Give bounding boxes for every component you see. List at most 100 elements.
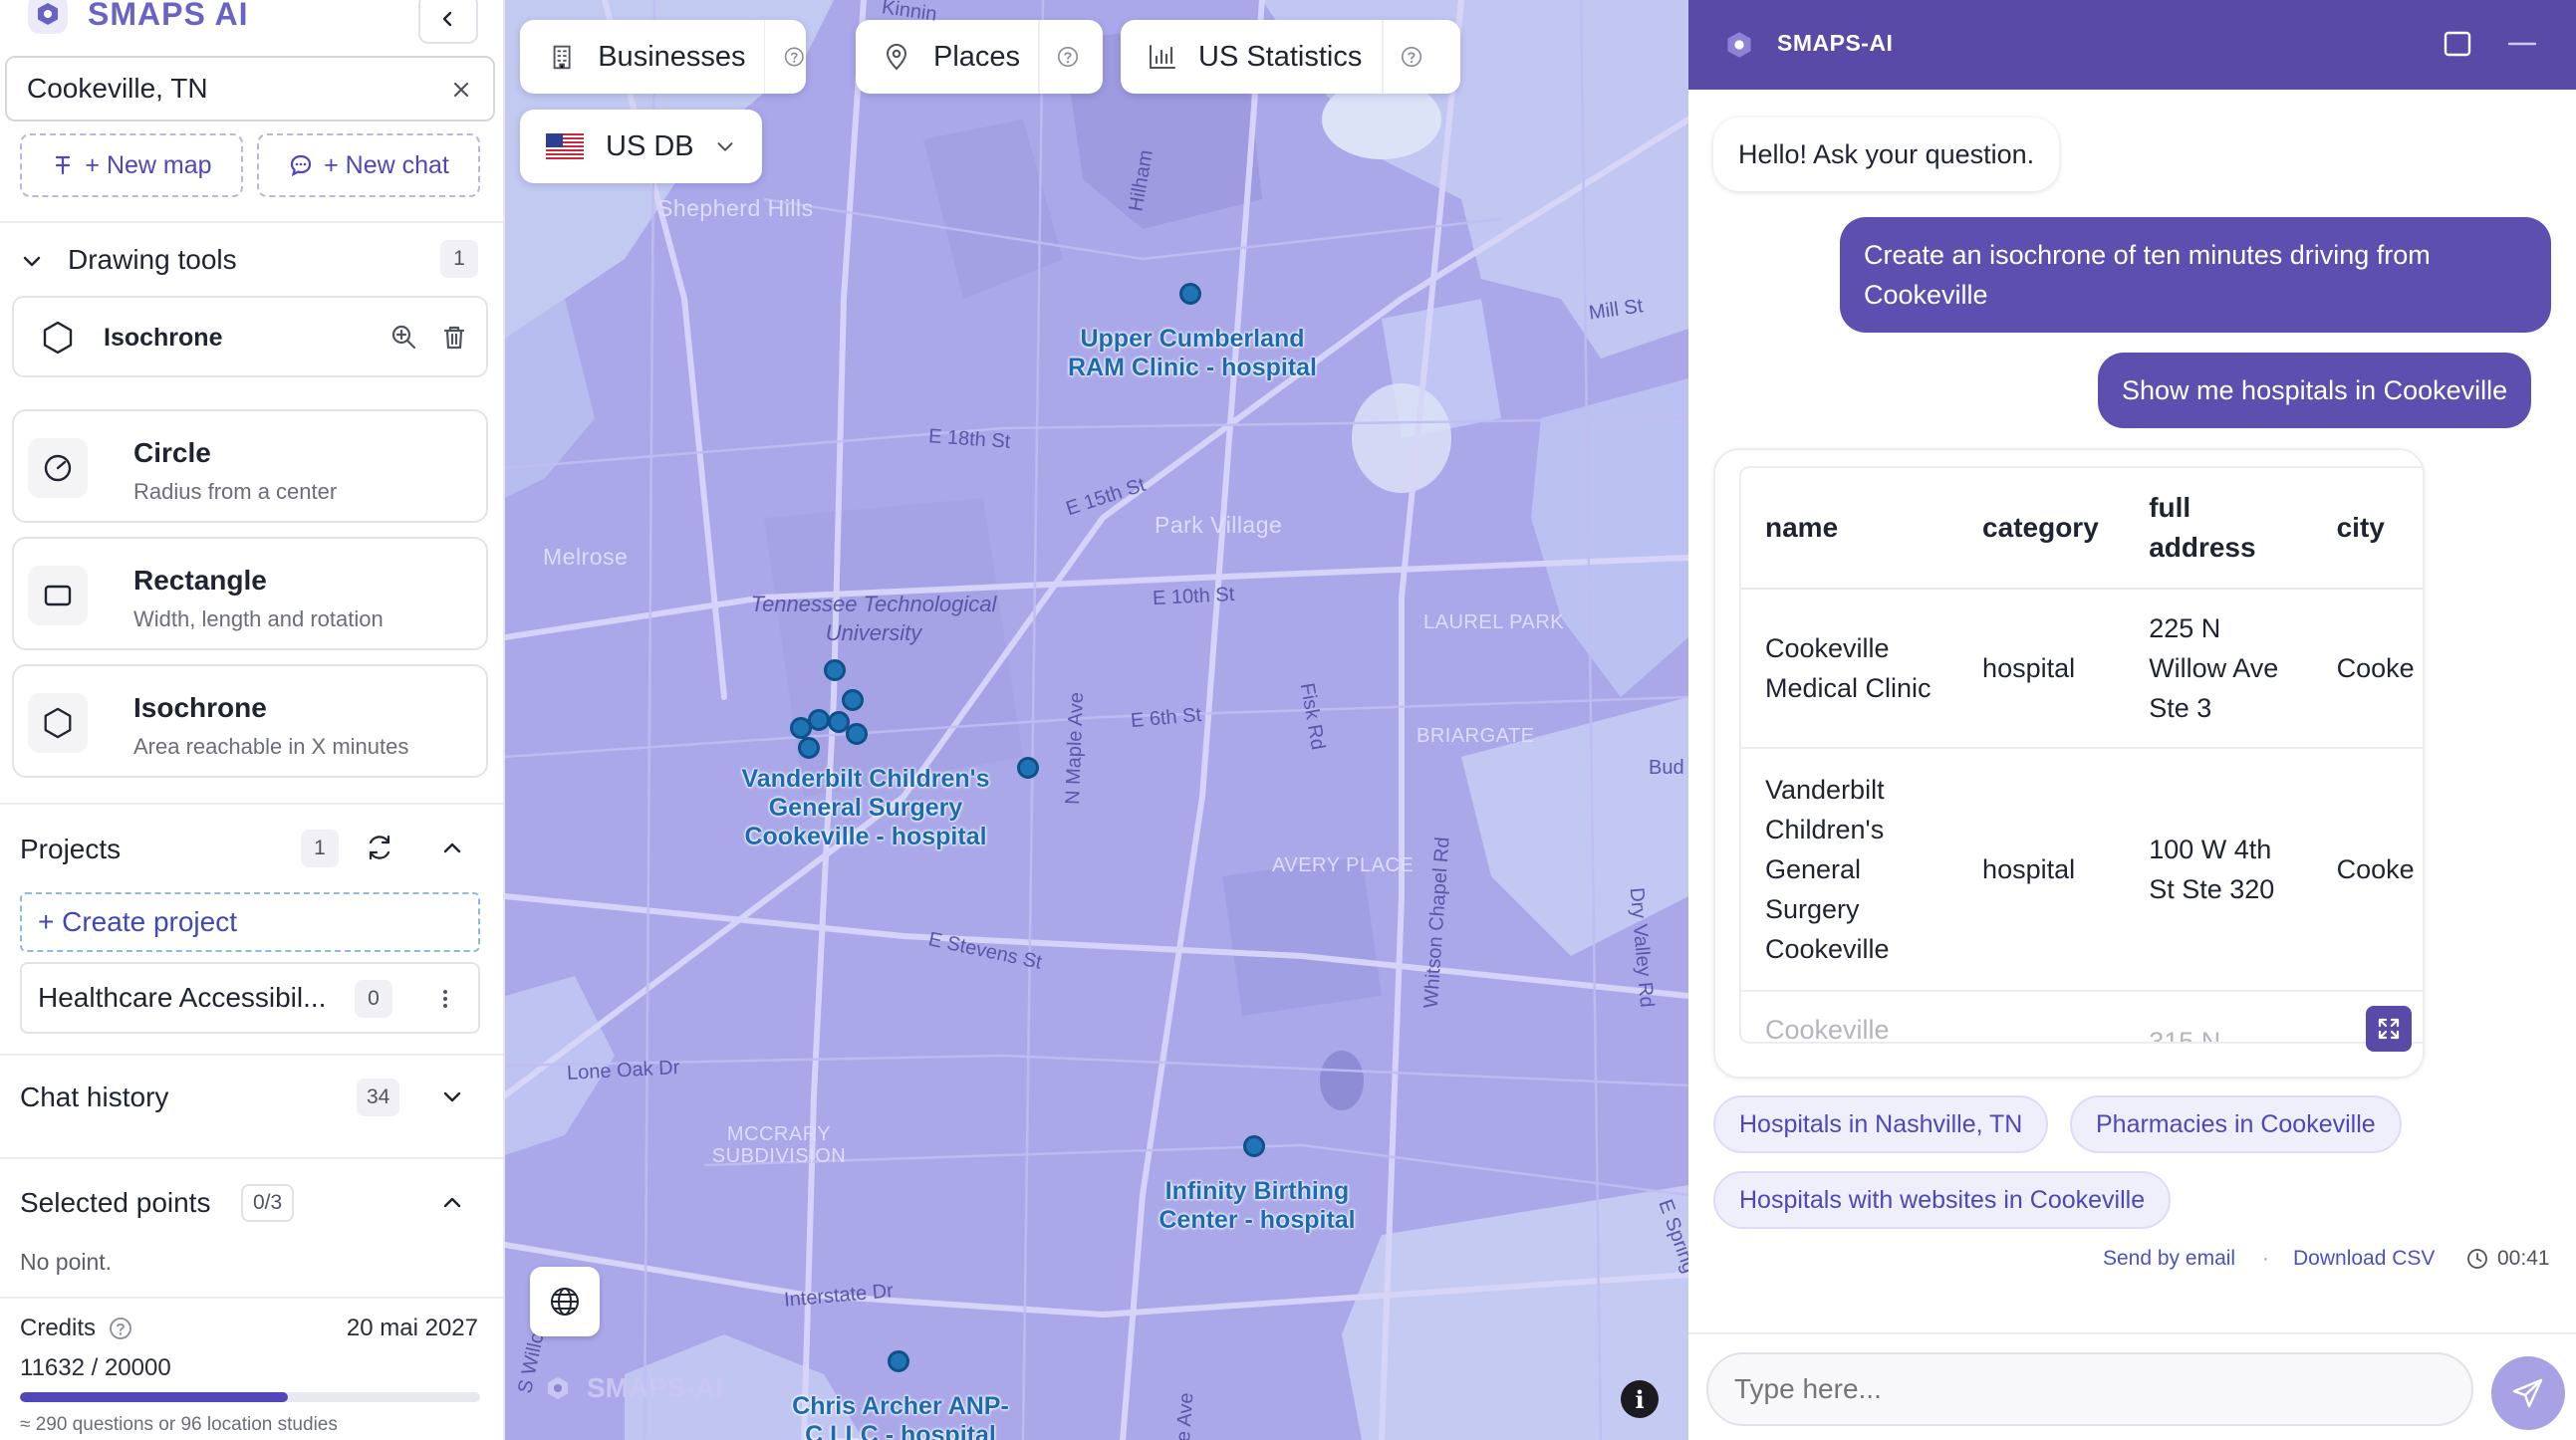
help-circle-icon[interactable]: [108, 1316, 133, 1341]
suggestion-chip[interactable]: Hospitals with websites in Cookeville: [1713, 1171, 2172, 1229]
close-icon: [453, 82, 469, 98]
credits-label: Credits: [20, 1315, 97, 1341]
project-name: Healthcare Accessibil...: [38, 982, 327, 1013]
more-vertical-icon[interactable]: [430, 984, 460, 1014]
suggestion-chip[interactable]: Hospitals in Nashville, TN: [1713, 1095, 2049, 1153]
tool-circle[interactable]: Circle Radius from a center: [12, 409, 488, 523]
chat-history-title[interactable]: Chat history: [20, 1081, 168, 1113]
new-map-label: + New map: [85, 150, 212, 179]
table-row[interactable]: Vanderbilt Children's General Surgery Co…: [1741, 748, 2423, 992]
send-by-email-link[interactable]: Send by email: [2103, 1247, 2235, 1271]
message-time: 00:41: [2497, 1247, 2550, 1270]
table-cell: hospital: [1958, 589, 2126, 749]
send-icon: [2512, 1378, 2543, 1408]
info-button[interactable]: i: [1621, 1380, 1659, 1418]
active-tool-label: Isochrone: [104, 324, 223, 352]
hospital-marker[interactable]: [824, 659, 846, 681]
collapse-sidebar-button[interactable]: [418, 0, 478, 44]
suggestion-chip[interactable]: Pharmacies in Cookeville: [2070, 1095, 2402, 1153]
column-header[interactable]: category: [1958, 468, 2126, 590]
table-row[interactable]: Cookeville Medical Clinic hospital 225 N…: [1741, 589, 2423, 749]
trash-icon[interactable]: [438, 322, 470, 354]
credits-note: ≈ 290 questions or 96 location studies: [20, 1414, 338, 1435]
sidebar: SMAPS AI + New map + New chat Drawing to…: [0, 0, 505, 1440]
globe-button[interactable]: [530, 1267, 600, 1336]
tool-isochrone[interactable]: Isochrone Area reachable in X minutes: [12, 664, 488, 778]
logo-icon: [548, 1377, 568, 1399]
location-search[interactable]: [5, 56, 495, 121]
column-header[interactable]: name: [1741, 468, 1959, 590]
chevron-down-icon[interactable]: [440, 1084, 464, 1108]
credits-progress: [20, 1392, 480, 1402]
us-statistics-toggle[interactable]: US Statistics: [1121, 20, 1460, 94]
active-tool-isochrone[interactable]: Isochrone: [12, 296, 488, 377]
tool-rectangle[interactable]: Rectangle Width, length and rotation: [12, 537, 488, 650]
chevron-up-icon[interactable]: [440, 837, 464, 860]
map-view[interactable]: Businesses Places US Statistics US DB Hi…: [505, 0, 1688, 1440]
maximize-icon[interactable]: [2442, 28, 2473, 60]
chat-input-box[interactable]: [1706, 1352, 2473, 1426]
drawing-tools-title[interactable]: Drawing tools: [68, 244, 237, 276]
help-circle-icon[interactable]: [1056, 45, 1080, 69]
hospital-marker[interactable]: [1243, 1135, 1265, 1157]
refresh-icon[interactable]: [363, 831, 396, 864]
help-circle-icon[interactable]: [1400, 45, 1423, 69]
new-chat-button[interactable]: + New chat: [257, 133, 480, 197]
database-label: US DB: [606, 129, 694, 162]
poi-label: Upper Cumberland RAM Clinic - hospital: [1068, 325, 1317, 381]
send-button[interactable]: [2491, 1356, 2565, 1430]
area-label: Laurel Park: [1423, 611, 1565, 633]
table-cell: Cookeville Medical Clinic: [1741, 589, 1959, 749]
table-cell: 315 N: [2125, 991, 2313, 1042]
chat-input[interactable]: [1734, 1373, 2432, 1405]
businesses-toggle[interactable]: Businesses: [520, 20, 806, 94]
create-project-button[interactable]: + Create project: [20, 892, 480, 952]
credits-value: 11632 / 20000: [20, 1354, 171, 1381]
divider: [0, 1297, 503, 1299]
hospital-marker[interactable]: [888, 1350, 909, 1372]
new-map-button[interactable]: + New map: [20, 133, 243, 197]
chat-history-count: 34: [357, 1079, 400, 1116]
us-statistics-label: US Statistics: [1198, 40, 1363, 73]
area-label: Avery Place: [1272, 854, 1415, 876]
divider: [1382, 20, 1385, 94]
building-icon: [553, 45, 571, 70]
results-card: name category full address city Cookevil…: [1713, 448, 2425, 1079]
chevron-up-icon[interactable]: [440, 1191, 464, 1215]
zoom-in-icon[interactable]: [388, 322, 420, 354]
tool-description: Area reachable in X minutes: [133, 734, 409, 759]
projects-title[interactable]: Projects: [20, 834, 121, 865]
clear-search-button[interactable]: [443, 72, 479, 108]
hospital-marker[interactable]: [1017, 757, 1039, 779]
download-csv-link[interactable]: Download CSV: [2293, 1247, 2435, 1271]
projects-count: 1: [301, 830, 339, 867]
expand-table-button[interactable]: [2366, 1006, 2412, 1052]
hospital-marker[interactable]: [798, 737, 820, 759]
chevron-down-icon[interactable]: [20, 249, 44, 273]
hospital-marker[interactable]: [1179, 283, 1201, 305]
hospital-marker[interactable]: [846, 723, 868, 745]
table-row[interactable]: Cookeville 315 N: [1741, 991, 2423, 1042]
help-circle-icon[interactable]: [783, 45, 806, 69]
table-cell: Cooke: [2312, 589, 2423, 749]
street-label: N Maple Ave: [1062, 691, 1088, 806]
chat-panel: SMAPS-AI Hello! Ask your question. Creat…: [1688, 0, 2576, 1440]
brand-name: SMAPS AI: [88, 0, 249, 32]
table-header-row: name category full address city: [1741, 468, 2423, 590]
divider: [0, 221, 503, 223]
results-table[interactable]: name category full address city Cookevil…: [1739, 466, 2423, 1044]
area-label: Briargate: [1417, 725, 1535, 747]
chat-header: SMAPS-AI: [1688, 0, 2576, 90]
places-toggle[interactable]: Places: [856, 20, 1103, 94]
column-header[interactable]: full address: [2125, 468, 2313, 590]
expand-icon: [2378, 1018, 2400, 1040]
project-item[interactable]: Healthcare Accessibil... 0: [20, 962, 480, 1034]
column-header[interactable]: city: [2312, 468, 2423, 590]
location-search-input[interactable]: [27, 73, 445, 105]
minimize-icon[interactable]: [2505, 28, 2539, 60]
database-select[interactable]: US DB: [520, 110, 762, 183]
selected-points-title[interactable]: Selected points: [20, 1187, 210, 1219]
places-label: Places: [933, 40, 1021, 73]
hospital-marker[interactable]: [790, 717, 812, 739]
hospital-marker[interactable]: [842, 689, 864, 711]
